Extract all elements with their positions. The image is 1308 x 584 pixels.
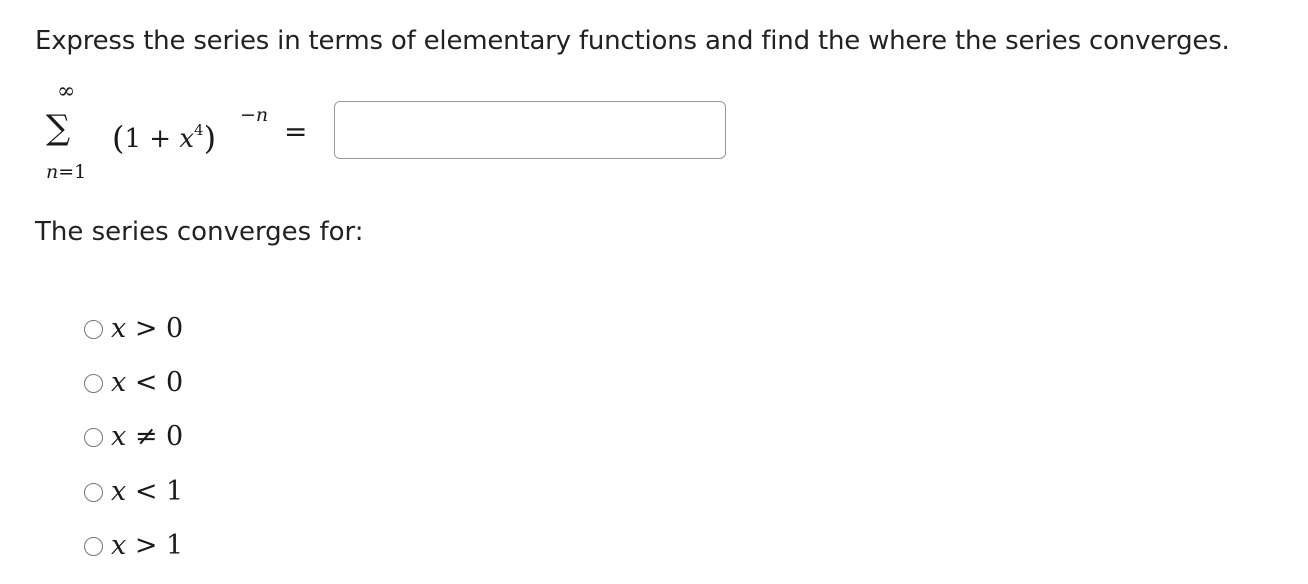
exponent-variable: n bbox=[255, 104, 269, 126]
radio-button[interactable] bbox=[84, 373, 103, 393]
radio-button[interactable] bbox=[84, 427, 103, 447]
option-value: 0 bbox=[166, 367, 184, 398]
radio-button[interactable] bbox=[84, 319, 103, 339]
series-summand: (1 + x4) bbox=[112, 110, 216, 159]
series-exponent: −n bbox=[240, 103, 268, 127]
summand-variable: x bbox=[179, 124, 195, 154]
option-x-greater-than-1[interactable]: x > 1 bbox=[84, 526, 183, 566]
summand-plus: + bbox=[141, 124, 180, 154]
option-variable: x bbox=[111, 530, 127, 561]
option-x-less-than-1[interactable]: x < 1 bbox=[84, 472, 183, 512]
option-label: x > 0 bbox=[111, 309, 183, 349]
answer-input[interactable] bbox=[334, 101, 726, 159]
summand-power: 4 bbox=[194, 121, 204, 139]
radio-button[interactable] bbox=[84, 536, 103, 556]
option-value: 1 bbox=[166, 530, 184, 561]
sigma-symbol: ∑ bbox=[46, 108, 71, 148]
lower-limit-variable: n bbox=[46, 161, 59, 183]
option-label: x < 0 bbox=[111, 363, 183, 403]
option-variable: x bbox=[111, 476, 127, 507]
question-prompt: Express the series in terms of elementar… bbox=[35, 26, 1230, 56]
option-relation: < bbox=[126, 367, 167, 398]
option-label: x < 1 bbox=[111, 472, 183, 512]
option-x-not-equal-0[interactable]: x ≠ 0 bbox=[84, 417, 183, 457]
summand-constant: 1 bbox=[124, 124, 142, 154]
option-label: x ≠ 0 bbox=[111, 417, 183, 457]
open-paren: ( bbox=[112, 119, 125, 157]
exponent-minus: − bbox=[240, 104, 256, 126]
sigma-lower-limit: n=1 bbox=[46, 160, 86, 184]
option-variable: x bbox=[111, 367, 127, 398]
option-label: x > 1 bbox=[111, 526, 183, 566]
sigma-upper-limit: ∞ bbox=[57, 79, 76, 104]
radio-button[interactable] bbox=[84, 482, 103, 502]
option-value: 1 bbox=[166, 476, 184, 507]
option-relation: ≠ bbox=[126, 421, 167, 452]
option-relation: > bbox=[126, 313, 167, 344]
option-value: 0 bbox=[166, 421, 184, 452]
convergence-label: The series converges for: bbox=[35, 217, 364, 247]
close-paren: ) bbox=[203, 119, 217, 157]
lower-limit-equals: = bbox=[58, 161, 75, 183]
option-value: 0 bbox=[166, 313, 184, 344]
lower-limit-value: 1 bbox=[74, 161, 87, 183]
option-variable: x bbox=[111, 421, 127, 452]
option-x-greater-than-0[interactable]: x > 0 bbox=[84, 309, 183, 349]
option-relation: > bbox=[126, 530, 167, 561]
option-variable: x bbox=[111, 313, 127, 344]
option-relation: < bbox=[126, 476, 167, 507]
equals-sign: = bbox=[284, 115, 308, 148]
option-x-less-than-0[interactable]: x < 0 bbox=[84, 363, 183, 403]
